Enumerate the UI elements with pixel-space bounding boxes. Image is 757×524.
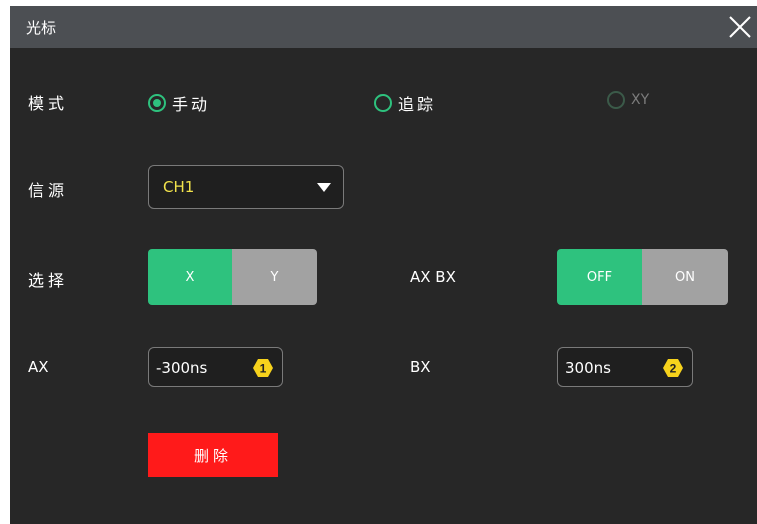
select-label: 选择 xyxy=(28,271,69,290)
bx-value: 300ns xyxy=(565,359,611,377)
ax-input[interactable]: -300ns 1 xyxy=(148,347,283,387)
bx-input[interactable]: 300ns 2 xyxy=(557,347,693,387)
radio-unselected-icon xyxy=(374,94,392,112)
source-value: CH1 xyxy=(163,178,195,196)
axbx-on-option[interactable]: ON xyxy=(642,249,728,305)
mode-track-radio[interactable]: 追踪 xyxy=(374,91,436,115)
svg-text:1: 1 xyxy=(260,362,267,376)
select-y-option[interactable]: Y xyxy=(232,249,317,305)
bx-label: BX xyxy=(410,358,431,376)
cursor-1-badge-icon: 1 xyxy=(253,359,273,377)
mode-manual-label: 手动 xyxy=(172,95,211,114)
source-label: 信源 xyxy=(28,181,69,200)
axbx-label: AX BX xyxy=(410,268,456,286)
caret-down-icon xyxy=(317,183,331,192)
radio-disabled-icon xyxy=(607,91,625,109)
delete-button[interactable]: 删除 xyxy=(148,433,278,477)
source-dropdown[interactable]: CH1 xyxy=(148,165,344,209)
dialog-title: 光标 xyxy=(26,19,57,37)
cursor-dialog: 光标 模式 手动 追踪 XY 信源 CH1 选择 X Y AX BX OFF O… xyxy=(10,6,757,524)
svg-text:2: 2 xyxy=(670,362,677,376)
mode-track-label: 追踪 xyxy=(398,95,437,114)
close-icon[interactable] xyxy=(723,10,757,44)
axbx-off-option[interactable]: OFF xyxy=(557,249,642,305)
radio-selected-icon xyxy=(148,94,166,112)
title-bar: 光标 xyxy=(10,6,757,48)
mode-manual-radio[interactable]: 手动 xyxy=(148,91,210,115)
cursor-2-badge-icon: 2 xyxy=(663,359,683,377)
axbx-toggle: OFF ON xyxy=(557,249,728,305)
ax-value: -300ns xyxy=(156,359,208,377)
mode-xy-label: XY xyxy=(631,92,650,108)
mode-label: 模式 xyxy=(28,94,69,113)
ax-label: AX xyxy=(28,358,49,376)
mode-xy-radio: XY xyxy=(607,91,649,109)
select-x-option[interactable]: X xyxy=(148,249,232,305)
xy-select-toggle: X Y xyxy=(148,249,317,305)
